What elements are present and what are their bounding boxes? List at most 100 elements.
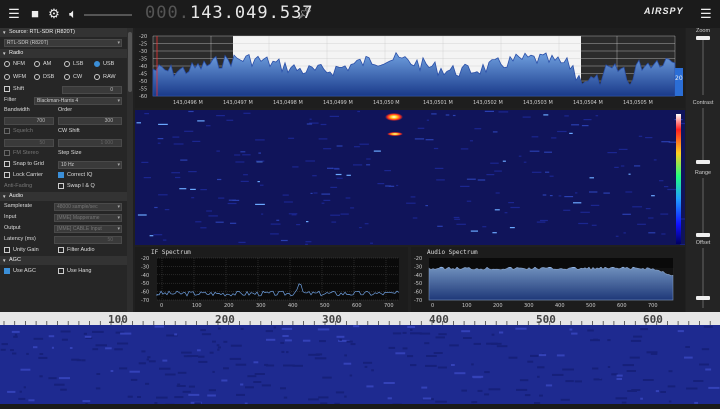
audio-x-tick: 500	[586, 303, 596, 309]
samplerate-label: Samplerate	[4, 201, 32, 212]
range-slider[interactable]	[702, 178, 704, 236]
mode-label-wfm: WFM	[13, 72, 26, 83]
shift-checkbox[interactable]	[4, 86, 10, 92]
spectrum-x-tick: 143,0502 M	[473, 100, 503, 106]
use-agc-checkbox[interactable]	[4, 268, 10, 274]
step-size-label: Step Size	[58, 148, 82, 159]
audio-y-tick: -70	[414, 298, 422, 304]
mode-radio-raw[interactable]	[94, 74, 100, 80]
audio-y-tick: -60	[414, 290, 422, 296]
speaker-icon[interactable]: 🔈︎	[65, 6, 81, 22]
latency-input[interactable]: 50	[54, 236, 122, 244]
mode-label-lsb: LSB	[73, 59, 83, 70]
stop-icon[interactable]: ■	[27, 6, 43, 22]
range-handle[interactable]	[696, 233, 710, 237]
ruler-label: 300	[322, 313, 342, 325]
control-sidebar: Source: RTL-SDR (R820T) RTL-SDR (R820T) …	[0, 28, 127, 312]
zoom-handle[interactable]	[696, 36, 710, 40]
spectrum-analyzer[interactable]: -20-25-30-35-40-45-50-55-60 143,0496 M14…	[135, 28, 685, 108]
step-size-select[interactable]: 10 Hz	[58, 161, 122, 169]
source-device-select[interactable]: RTL-SDR (R820T)	[4, 39, 122, 47]
mode-label-cw: CW	[73, 72, 82, 83]
lock-carrier-checkbox[interactable]	[4, 172, 10, 178]
contrast-slider[interactable]	[702, 108, 704, 162]
squelch-checkbox[interactable]	[4, 128, 10, 134]
correct-iq-label: Correct IQ	[67, 170, 92, 181]
shift-input[interactable]: 0	[62, 86, 122, 94]
use-agc-label: Use AGC	[13, 265, 36, 278]
ruler-label: 500	[536, 313, 556, 325]
mode-radio-wfm[interactable]	[4, 74, 10, 80]
hamburger-icon[interactable]: ☰	[700, 6, 712, 22]
ruler-label: 400	[429, 313, 449, 325]
use-hang-checkbox[interactable]	[58, 268, 64, 274]
source-section-header[interactable]: Source: RTL-SDR (R820T)	[0, 28, 127, 37]
if-y-tick: -30	[141, 264, 149, 270]
bandwidth-input[interactable]: 700	[4, 117, 54, 125]
mode-radio-dsb[interactable]	[34, 74, 40, 80]
shift-label: Shift	[13, 84, 24, 95]
output-select[interactable]: [MME] CABLE Input	[54, 225, 122, 233]
if-x-tick: 200	[224, 303, 234, 309]
spectrum-x-tick: 143,0498 M	[273, 100, 303, 106]
mode-radio-cw[interactable]	[64, 74, 70, 80]
contrast-handle[interactable]	[696, 160, 710, 164]
gear-icon[interactable]: ⚙	[46, 6, 62, 22]
agc-section-header[interactable]: AGC	[0, 256, 127, 265]
if-x-tick: 400	[288, 303, 298, 309]
zoom-label: Zoom	[686, 28, 720, 34]
spectrum-x-tick: 143,0499 M	[323, 100, 353, 106]
correct-iq-checkbox[interactable]	[58, 172, 64, 178]
audio-section-header[interactable]: Audio	[0, 192, 127, 201]
ruler-label: 200	[215, 313, 235, 325]
mode-radio-nfm[interactable]	[4, 61, 10, 67]
audio-y-tick: -30	[414, 264, 422, 270]
samplerate-select[interactable]: 48000 sample/sec	[54, 203, 122, 211]
audio-spectrum-plot: -20-30-40-50-60-70 010020030040050060070…	[411, 247, 685, 312]
if-x-tick: 0	[160, 303, 163, 309]
audio-x-tick: 100	[462, 303, 472, 309]
order-input[interactable]: 300	[58, 117, 122, 125]
zoom-slider[interactable]	[702, 37, 704, 95]
offset-handle[interactable]	[696, 296, 710, 300]
mode-label-am: AM	[43, 59, 51, 70]
squelch-input[interactable]: 50	[4, 139, 54, 147]
sdr-app-window: ☰ ■ ⚙ 🔈︎ 000.143.049.537 📌︎ AIRSPY ☰ Sou…	[0, 0, 720, 312]
range-label: Range	[686, 170, 720, 176]
cw-shift-input[interactable]: 1 000	[58, 139, 122, 147]
spectrum-x-tick: 143,0504 M	[573, 100, 603, 106]
fm-stereo-checkbox[interactable]	[4, 150, 10, 156]
anti-fading-label: Anti-Fading	[4, 181, 32, 192]
if-y-tick: -50	[141, 281, 149, 287]
waterfall-display[interactable]	[135, 110, 685, 245]
filter-audio-checkbox[interactable]	[58, 247, 64, 253]
if-spectrum-plot: -20-30-40-50-60-70 010020030040050060070…	[135, 247, 408, 312]
contrast-label: Contrast	[686, 100, 720, 106]
mode-label-nfm: NFM	[13, 59, 25, 70]
swap-iq-checkbox[interactable]	[58, 183, 64, 189]
radio-section-header[interactable]: Radio	[0, 49, 127, 58]
menu-icon[interactable]: ☰	[6, 6, 22, 22]
frequency-value: 143.049.537	[190, 3, 314, 23]
fm-stereo-label: FM Stereo	[13, 148, 39, 159]
mode-radio-am[interactable]	[34, 61, 40, 67]
unity-gain-checkbox[interactable]	[4, 247, 10, 253]
volume-slider[interactable]	[84, 5, 134, 23]
if-y-tick: -20	[141, 256, 149, 262]
spectrum-y-tick: -35	[139, 57, 147, 63]
frequency-display[interactable]: 000.143.049.537	[145, 3, 314, 25]
display-settings-panel: Zoom Contrast Range Offset	[686, 28, 720, 312]
input-select[interactable]: [MME] Mapperame	[54, 214, 122, 222]
mode-radio-usb[interactable]	[94, 61, 100, 67]
spectrum-x-tick: 143,0501 M	[423, 100, 453, 106]
mode-radio-lsb[interactable]	[64, 61, 70, 67]
sidebar-scrollbar[interactable]	[127, 28, 133, 312]
waterfall-canvas	[135, 110, 685, 245]
squelch-label: Squelch	[13, 126, 33, 137]
pin-icon[interactable]: 📌︎	[297, 6, 312, 20]
spectrum-y-tick: -55	[139, 87, 147, 93]
snap-to-grid-checkbox[interactable]	[4, 161, 10, 167]
cw-shift-label: CW Shift	[58, 126, 80, 137]
if-x-tick: 500	[320, 303, 330, 309]
filter-select[interactable]: Blackman-Harris 4	[34, 97, 122, 105]
